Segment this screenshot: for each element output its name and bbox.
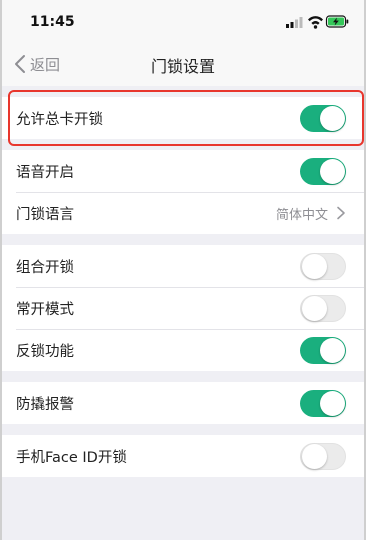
settings-group-master-card: 允许总卡开锁 [2,97,364,139]
voice-enabled-toggle[interactable] [300,157,346,185]
tamper-alarm-toggle[interactable] [300,389,346,417]
row-label: 反锁功能 [16,343,74,360]
row-master-card-unlock: 允许总卡开锁 [2,97,364,139]
normally-open-mode-toggle[interactable] [300,294,346,322]
row-normally-open-mode: 常开模式 [2,287,364,329]
row-label: 允许总卡开锁 [16,111,103,128]
settings-group-modes: 组合开锁 常开模式 反锁功能 [2,245,364,371]
row-label: 常开模式 [16,301,74,318]
combination-unlock-toggle[interactable] [300,252,346,280]
row-tamper-alarm: 防撬报警 [2,382,364,424]
settings-group-voice: 语音开启 门锁语言 简体中文 [2,150,364,234]
battery-charging-icon [325,15,349,28]
chevron-right-icon [337,206,345,220]
status-time: 11:45 [30,14,75,30]
page-title: 门锁设置 [150,57,215,76]
row-label: 手机Face ID开锁 [16,449,127,466]
signal-icon [286,17,303,28]
status-bar: 11:45 [2,0,364,42]
row-lock-language[interactable]: 门锁语言 简体中文 [2,192,364,234]
wifi-icon [308,16,323,29]
row-label: 语音开启 [16,164,74,181]
settings-group-alarm: 防撬报警 [2,382,364,424]
row-deadlock: 反锁功能 [2,329,364,371]
deadlock-toggle[interactable] [300,336,346,364]
row-voice-enabled: 语音开启 [2,150,364,192]
master-card-unlock-toggle[interactable] [300,104,346,132]
lock-language-value: 简体中文 [275,207,328,223]
nav-bar: 返回 门锁设置 [2,42,364,86]
phone-screen: 11:45 返回 门锁设置 允许总卡开锁 语音开启 门锁语言 简体中文 组合开锁… [0,0,366,540]
settings-group-face-id: 手机Face ID开锁 [2,435,364,477]
row-label: 组合开锁 [16,259,74,276]
face-id-unlock-toggle[interactable] [300,442,346,470]
row-face-id-unlock: 手机Face ID开锁 [2,435,364,477]
row-combination-unlock: 组合开锁 [2,245,364,287]
row-label: 门锁语言 [16,206,74,223]
row-label: 防撬报警 [16,396,74,413]
status-icons [286,15,349,29]
settings-list: 允许总卡开锁 语音开启 门锁语言 简体中文 组合开锁 常开模式 反锁功能 防撬报… [2,86,364,540]
